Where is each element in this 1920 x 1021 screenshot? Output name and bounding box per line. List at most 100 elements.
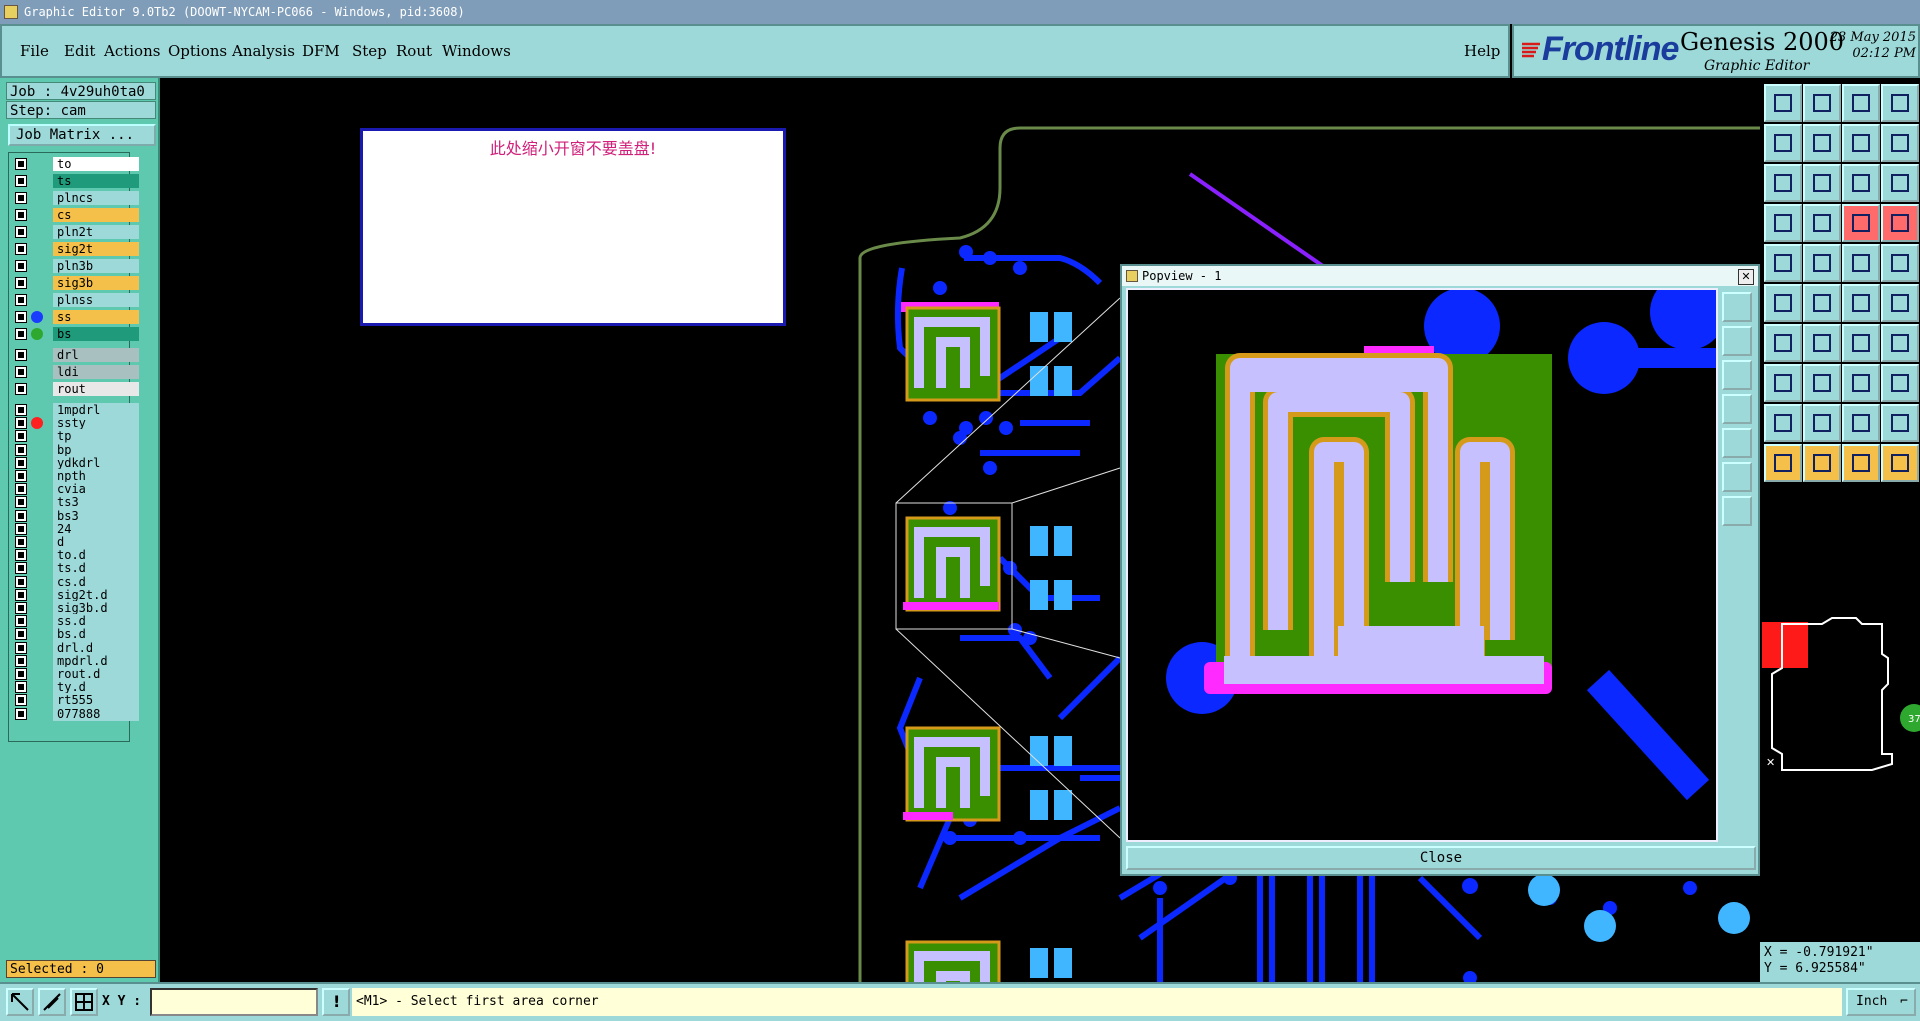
layer-row-1mpdrl[interactable]: 1mpdrl — [13, 403, 139, 417]
layer-row-to[interactable]: to — [13, 157, 139, 171]
pointer2-button[interactable] — [1803, 444, 1841, 482]
layer-name[interactable]: ssty — [53, 416, 139, 431]
menu-dfm[interactable]: DFM — [302, 42, 340, 60]
measure-button[interactable] — [1842, 244, 1880, 282]
layer-name[interactable]: sig2t.d — [53, 587, 139, 602]
layer-checkbox[interactable] — [15, 562, 27, 575]
triangle-button[interactable] — [1764, 404, 1802, 442]
menu-help[interactable]: Help — [1464, 42, 1500, 60]
pan-left-button[interactable] — [1764, 124, 1802, 162]
menu-windows[interactable]: Windows — [442, 42, 511, 60]
layer-row-cvia[interactable]: cvia — [13, 482, 139, 497]
layer-row-sig2t[interactable]: sig2t — [13, 242, 139, 256]
layer-checkbox[interactable] — [15, 694, 27, 707]
layer-name[interactable]: plnss — [53, 293, 139, 307]
layer-checkbox[interactable] — [15, 192, 27, 204]
layer-name[interactable]: d — [53, 535, 139, 549]
layer-row-bp[interactable]: bp — [13, 442, 139, 457]
group-button[interactable] — [1881, 364, 1919, 402]
overview-map[interactable]: 37 ✕ — [1762, 614, 1920, 810]
layer-row-ydkdrl[interactable]: ydkdrl — [13, 455, 139, 470]
layer-checkbox[interactable] — [15, 260, 27, 272]
menu-analysis[interactable]: Analysis — [232, 42, 295, 60]
layer-red-button[interactable] — [1842, 204, 1880, 242]
info-button[interactable]: ! — [322, 988, 350, 1016]
clear-button[interactable] — [1881, 244, 1919, 282]
layer-checkbox[interactable] — [15, 383, 27, 395]
pan-up-button[interactable] — [1842, 124, 1880, 162]
menu-step[interactable]: Step — [352, 42, 387, 60]
popview-zoom-in-button[interactable] — [1722, 292, 1752, 322]
layer-checkbox[interactable] — [15, 349, 27, 361]
copy-button[interactable] — [1881, 284, 1919, 322]
layer-row-plnss[interactable]: plnss — [13, 293, 139, 307]
layer-name[interactable]: sig2t — [53, 242, 139, 256]
layer-row-077888[interactable]: 077888 — [13, 706, 139, 721]
layer-name[interactable]: mpdrl.d — [53, 653, 139, 668]
popview-canvas[interactable] — [1126, 274, 1726, 842]
layer-row-ts[interactable]: ts — [13, 174, 139, 188]
layer-checkbox[interactable] — [15, 470, 27, 482]
menu-rout[interactable]: Rout — [396, 42, 432, 60]
layer-name[interactable]: ty.d — [53, 680, 139, 695]
layer-checkbox[interactable] — [15, 602, 27, 614]
layer-row-ss[interactable]: ss — [13, 310, 139, 324]
layer-name[interactable]: pln2t — [53, 225, 139, 239]
layer-checkbox[interactable] — [15, 328, 27, 340]
layer-row-sig3b-d[interactable]: sig3b.d — [13, 601, 139, 615]
layer-row-ss-d[interactable]: ss.d — [13, 614, 139, 629]
zoom-1to1-button[interactable] — [1842, 164, 1880, 202]
layer-checkbox[interactable] — [15, 496, 27, 509]
layer-checkbox[interactable] — [15, 277, 27, 289]
popview-close-icon[interactable]: ✕ — [1738, 269, 1754, 285]
menu-edit[interactable]: Edit — [64, 42, 95, 60]
layer-checkbox[interactable] — [15, 430, 27, 443]
layer-row-pln2t[interactable]: pln2t — [13, 225, 139, 239]
menu-file[interactable]: File — [20, 42, 49, 60]
layer-name[interactable]: to — [53, 157, 139, 171]
layer-name[interactable]: sig3b — [53, 276, 139, 290]
pan-right-button[interactable] — [1803, 124, 1841, 162]
layer-row-bs[interactable]: bs — [13, 327, 139, 341]
layer-checkbox[interactable] — [15, 443, 27, 456]
delete-button[interactable] — [1803, 284, 1841, 322]
zoom-home-button[interactable] — [1764, 84, 1802, 122]
popview-home-button[interactable] — [1722, 428, 1752, 458]
layer-row-sig2t-d[interactable]: sig2t.d — [13, 587, 139, 602]
layer-checkbox[interactable] — [15, 483, 27, 496]
zoom-in-button[interactable] — [1764, 164, 1802, 202]
layer-name[interactable]: ldi — [53, 365, 139, 379]
move-button[interactable] — [1842, 284, 1880, 322]
layer-checkbox[interactable] — [15, 226, 27, 238]
grid-button[interactable] — [1803, 204, 1841, 242]
layer-row-24[interactable]: 24 — [13, 521, 139, 536]
layer-checkbox[interactable] — [15, 628, 27, 641]
layer-row-drl[interactable]: drl — [13, 348, 139, 362]
layer-name[interactable]: ss — [53, 310, 139, 324]
layer-row-ldi[interactable]: ldi — [13, 365, 139, 379]
layer-checkbox[interactable] — [15, 311, 27, 323]
add-pad-button[interactable] — [1764, 284, 1802, 322]
layer-name[interactable]: rt555 — [53, 693, 139, 708]
layer-checkbox[interactable] — [15, 536, 27, 548]
layer-checkbox[interactable] — [15, 641, 27, 654]
layer-name[interactable]: ydkdrl — [53, 455, 139, 470]
layer-row-to-d[interactable]: to.d — [13, 548, 139, 563]
layer-row-mpdrl-d[interactable]: mpdrl.d — [13, 653, 139, 668]
pointer3-button[interactable] — [1842, 444, 1880, 482]
layer-checkbox[interactable] — [15, 549, 27, 562]
layer-name[interactable]: bs.d — [53, 627, 139, 642]
layer-name[interactable]: cs.d — [53, 574, 139, 589]
pointer4-button[interactable] — [1881, 444, 1919, 482]
layer-red2-button[interactable] — [1881, 204, 1919, 242]
layer-row-rout[interactable]: rout — [13, 382, 139, 396]
zoom-out-button[interactable] — [1803, 164, 1841, 202]
layer-checkbox[interactable] — [15, 243, 27, 255]
layer-name[interactable]: npth — [53, 469, 139, 483]
popview-center-button[interactable] — [1722, 462, 1752, 492]
layer-row-rout-d[interactable]: rout.d — [13, 667, 139, 681]
layer-row-plncs[interactable]: plncs — [13, 191, 139, 205]
popview-close-button[interactable]: Close — [1126, 846, 1756, 870]
xy-input[interactable] — [150, 988, 318, 1016]
menu-actions[interactable]: Actions — [104, 42, 160, 60]
